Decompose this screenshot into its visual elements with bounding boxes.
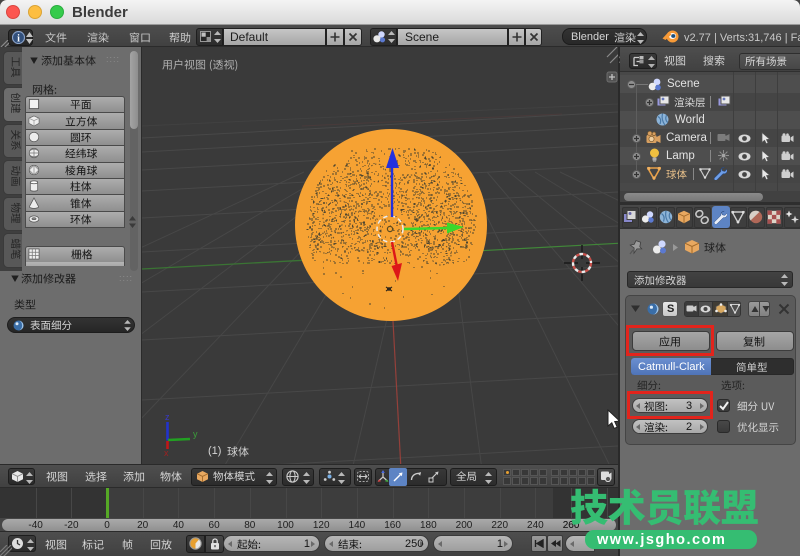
svg-text:x: x (164, 448, 169, 458)
svg-text:y: y (193, 429, 198, 439)
svg-text:z: z (165, 412, 170, 422)
svg-text:i: i (17, 34, 20, 45)
